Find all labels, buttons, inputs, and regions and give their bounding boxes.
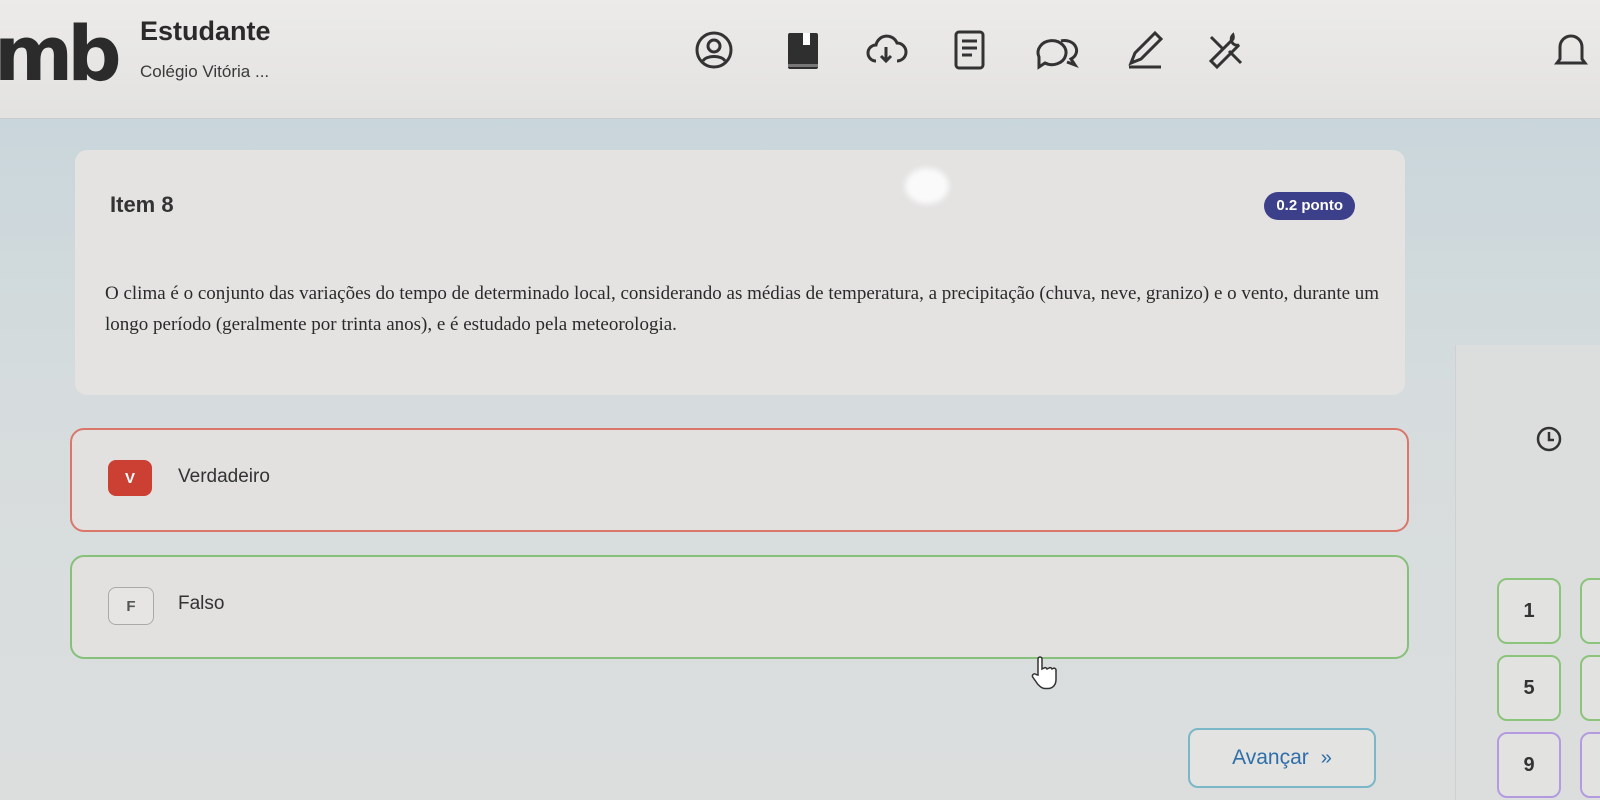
- hand-cursor-icon: [1031, 656, 1057, 690]
- points-badge: 0.2 ponto: [1264, 192, 1355, 220]
- question-card: Item 8 0.2 ponto O clima é o conjunto da…: [75, 150, 1405, 395]
- pencil-icon[interactable]: [1118, 24, 1170, 76]
- student-name: Estudante: [140, 16, 271, 46]
- user-icon[interactable]: [688, 24, 740, 76]
- question-nav-9[interactable]: 9: [1497, 732, 1561, 798]
- question-nav-1[interactable]: 1: [1497, 578, 1561, 644]
- bell-icon[interactable]: [1545, 24, 1597, 76]
- item-title: Item 8: [110, 192, 174, 217]
- chat-icon[interactable]: [1030, 24, 1082, 76]
- screen-glare: [905, 168, 949, 204]
- question-text: O clima é o conjunto das variações do te…: [105, 283, 1380, 335]
- advance-label: Avançar: [1232, 746, 1309, 769]
- timer-icon[interactable]: [1535, 425, 1563, 453]
- double-chevron-right-icon: »: [1320, 746, 1332, 769]
- option-letter-f: F: [108, 587, 154, 625]
- book-icon[interactable]: [778, 24, 830, 76]
- question-nav-partial[interactable]: [1580, 578, 1600, 644]
- option-label-true: Verdadeiro: [178, 466, 270, 487]
- cloud-download-icon[interactable]: [860, 24, 912, 76]
- option-label-false: Falso: [178, 593, 225, 614]
- notes-icon[interactable]: [944, 24, 996, 76]
- option-letter-v: V: [108, 460, 152, 496]
- school-name: Colégio Vitória ...: [140, 62, 270, 81]
- question-nav-5[interactable]: 5: [1497, 655, 1561, 721]
- top-header: mb Estudante Colégio Vitória ...: [0, 0, 1600, 119]
- question-nav-partial[interactable]: [1580, 655, 1600, 721]
- tools-icon[interactable]: [1200, 24, 1252, 76]
- question-nav-partial[interactable]: [1580, 732, 1600, 798]
- app-logo: mb: [0, 9, 122, 98]
- option-true[interactable]: V Verdadeiro: [70, 428, 1409, 532]
- advance-button[interactable]: Avançar »: [1188, 728, 1376, 788]
- option-false[interactable]: F Falso: [70, 555, 1409, 659]
